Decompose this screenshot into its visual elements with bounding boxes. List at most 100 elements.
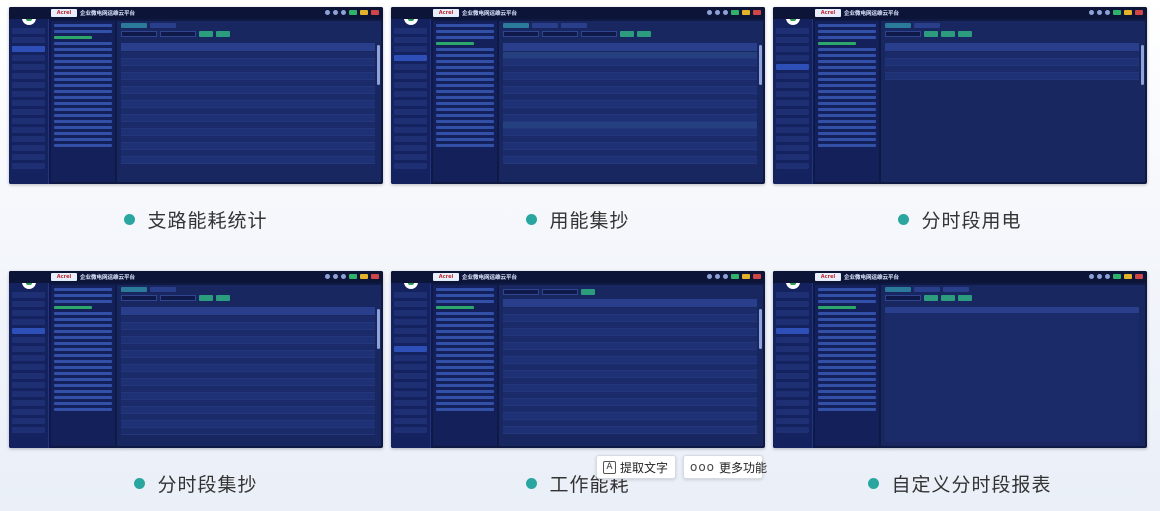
data-table — [121, 307, 375, 442]
sidebar — [773, 271, 813, 448]
bell-icon — [1105, 10, 1110, 15]
bullet-dot — [526, 213, 538, 225]
search-icon — [325, 274, 330, 279]
device-tree — [433, 21, 497, 182]
brand-logo: Acrel — [433, 9, 459, 17]
status-badge — [753, 274, 761, 279]
gear-icon — [1097, 10, 1102, 15]
caption: 支路能耗统计 — [9, 205, 383, 233]
status-badge — [742, 10, 750, 15]
brand-logo: Acrel — [815, 9, 841, 17]
text-extract-icon: A — [603, 460, 616, 474]
scrollbar[interactable] — [377, 309, 380, 349]
caption: 自定义分时段报表 — [773, 469, 1147, 497]
sidebar — [391, 7, 431, 184]
brand-logo: Acrel — [51, 273, 77, 281]
screenshot-work-energy: Acrel 企业微电网运维云平台 — [391, 271, 765, 448]
card-custom-tou-report: Acrel 企业微电网运维云平台 自定义分时段报表 — [773, 271, 1147, 497]
more-functions-button[interactable]: ooo 更多功能 — [683, 455, 767, 479]
caption-text: 分时段用电 — [921, 209, 1022, 232]
status-badge — [349, 10, 357, 15]
app-title: 企业微电网运维云平台 — [80, 11, 136, 17]
status-badge — [1113, 10, 1121, 15]
caption-text: 用能集抄 — [549, 209, 630, 232]
main-content — [881, 21, 1145, 182]
topbar: Acrel 企业微电网运维云平台 — [391, 271, 765, 283]
status-badge — [371, 274, 379, 279]
topbar: Acrel 企业微电网运维云平台 — [773, 7, 1147, 19]
caption: 分时段集抄 — [9, 469, 383, 497]
main-content — [117, 285, 381, 446]
status-badge — [1124, 10, 1132, 15]
caption: 分时段用电 — [773, 205, 1147, 233]
data-table — [885, 43, 1139, 178]
sidebar — [773, 7, 813, 184]
app-title: 企业微电网运维云平台 — [462, 11, 518, 17]
status-badge — [731, 274, 739, 279]
bullet-dot — [526, 477, 538, 489]
gear-icon — [333, 274, 338, 279]
bullet-dot — [868, 477, 880, 489]
topbar: Acrel 企业微电网运维云平台 — [773, 271, 1147, 283]
scrollbar[interactable] — [377, 45, 380, 85]
device-tree — [433, 285, 497, 446]
main-content — [881, 285, 1145, 446]
main-content — [499, 285, 763, 446]
card-tou-reading: Acrel 企业微电网运维云平台 分时段集抄 — [9, 271, 383, 497]
search-icon — [707, 274, 712, 279]
status-badge — [1135, 10, 1143, 15]
bell-icon — [1105, 274, 1110, 279]
app-title: 企业微电网运维云平台 — [844, 275, 900, 281]
status-badge — [731, 10, 739, 15]
status-badge — [753, 10, 761, 15]
bell-icon — [341, 274, 346, 279]
status-badge — [1113, 274, 1121, 279]
gear-icon — [1097, 274, 1102, 279]
extract-text-button[interactable]: A 提取文字 — [596, 455, 676, 479]
topbar: Acrel 企业微电网运维云平台 — [391, 7, 765, 19]
data-table — [503, 299, 757, 442]
search-icon — [707, 10, 712, 15]
gear-icon — [333, 10, 338, 15]
more-functions-label: 更多功能 — [719, 460, 768, 475]
bullet-dot — [124, 213, 136, 225]
app-title: 企业微电网运维云平台 — [462, 275, 518, 281]
topbar: Acrel 企业微电网运维云平台 — [9, 7, 383, 19]
scrollbar[interactable] — [759, 45, 762, 85]
screenshot-energy-reading: Acrel 企业微电网运维云平台 — [391, 7, 765, 184]
empty-table-area — [885, 313, 1139, 442]
device-tree — [815, 285, 879, 446]
bell-icon — [723, 10, 728, 15]
data-table — [121, 43, 375, 178]
more-dots-icon: ooo — [690, 460, 716, 474]
brand-logo: Acrel — [433, 273, 459, 281]
bullet-dot — [898, 213, 910, 225]
card-energy-reading: Acrel 企业微电网运维云平台 用能集抄 — [391, 7, 765, 233]
brand-logo: Acrel — [815, 273, 841, 281]
main-content — [499, 21, 763, 182]
screenshot-branch-energy: Acrel 企业微电网运维云平台 — [9, 7, 383, 184]
status-badge — [1135, 274, 1143, 279]
topbar: Acrel 企业微电网运维云平台 — [9, 271, 383, 283]
scrollbar[interactable] — [1141, 45, 1144, 85]
caption: 用能集抄 — [391, 205, 765, 233]
screenshot-tou-reading: Acrel 企业微电网运维云平台 — [9, 271, 383, 448]
sidebar — [9, 271, 49, 448]
device-tree — [51, 21, 115, 182]
search-icon — [1089, 10, 1094, 15]
bullet-dot — [134, 477, 146, 489]
data-table — [503, 43, 757, 178]
status-badge — [349, 274, 357, 279]
status-badge — [1124, 274, 1132, 279]
screenshot-tou-power: Acrel 企业微电网运维云平台 — [773, 7, 1147, 184]
screenshot-custom-tou-report: Acrel 企业微电网运维云平台 — [773, 271, 1147, 448]
scrollbar[interactable] — [759, 309, 762, 349]
search-icon — [325, 10, 330, 15]
card-tou-power: Acrel 企业微电网运维云平台 分时段用电 — [773, 7, 1147, 233]
device-tree — [51, 285, 115, 446]
card-branch-energy: Acrel 企业微电网运维云平台 支路能耗统计 — [9, 7, 383, 233]
sidebar — [391, 271, 431, 448]
status-badge — [742, 274, 750, 279]
status-badge — [360, 10, 368, 15]
bell-icon — [341, 10, 346, 15]
